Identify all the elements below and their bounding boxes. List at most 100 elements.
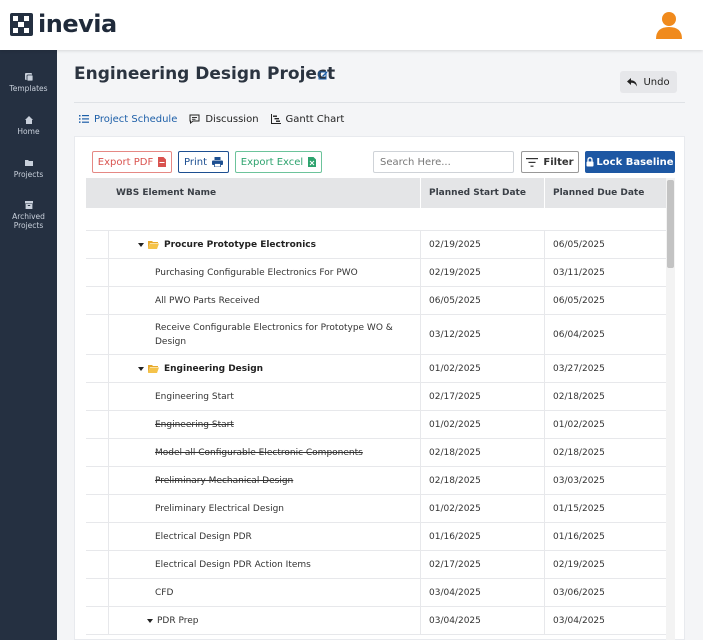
page-title: Engineering Design Project <box>74 64 336 84</box>
planned-due-cell: 06/04/2025 <box>553 329 605 340</box>
wbs-name: Purchasing Configurable Electronics For … <box>155 267 358 278</box>
pdf-file-icon <box>158 157 167 167</box>
table-row[interactable]: Purchasing Configurable Electronics For … <box>86 259 666 287</box>
wbs-name: Engineering Design <box>164 363 264 374</box>
folder-icon <box>24 160 33 166</box>
wbs-group-cell: Engineering Design <box>138 355 413 382</box>
templates-icon <box>24 73 33 82</box>
table-row[interactable]: Receive Configurable Electronics for Pro… <box>86 315 666 355</box>
search-input[interactable] <box>373 151 514 173</box>
column-header-planned-start[interactable]: Planned Start Date <box>429 178 526 208</box>
tab-project-schedule[interactable]: Project Schedule <box>79 112 177 126</box>
list-icon <box>79 115 89 123</box>
export-excel-label: Export Excel <box>240 156 304 168</box>
planned-start-cell: 03/04/2025 <box>429 587 481 598</box>
tab-label: Project Schedule <box>94 113 178 125</box>
excel-file-icon <box>308 157 317 167</box>
table-row[interactable]: Model all Configurable Electronic Compon… <box>86 439 666 467</box>
planned-start-cell: 01/02/2025 <box>429 363 481 374</box>
table-row[interactable]: CFD 03/04/2025 03/06/2025 <box>86 579 666 607</box>
scrollbar-thumb[interactable] <box>667 180 674 268</box>
export-pdf-button[interactable]: Export PDF <box>92 151 172 173</box>
main-content: Engineering Design Project Undo Project … <box>57 50 703 640</box>
planned-due-cell: 03/04/2025 <box>553 615 605 626</box>
planned-start-cell: 02/17/2025 <box>429 391 481 402</box>
planned-start-cell: 02/19/2025 <box>429 267 481 278</box>
table-row[interactable]: All PWO Parts Received 06/05/2025 06/05/… <box>86 287 666 315</box>
planned-start-cell: 01/16/2025 <box>429 531 481 542</box>
table-spacer-row <box>86 208 666 231</box>
planned-due-cell: 03/27/2025 <box>553 363 605 374</box>
undo-icon <box>627 77 638 86</box>
wbs-name: All PWO Parts Received <box>155 295 260 306</box>
planned-due-cell: 01/15/2025 <box>553 503 605 514</box>
tab-gantt-chart[interactable]: Gantt Chart <box>270 112 345 126</box>
lock-baseline-label: Lock Baseline <box>596 156 674 168</box>
sidebar-item-home[interactable]: Home <box>0 115 57 136</box>
column-header-planned-due[interactable]: Planned Due Date <box>553 178 644 208</box>
wbs-group-cell: Procure Prototype Electronics <box>138 231 413 258</box>
edit-icon[interactable] <box>318 70 328 80</box>
logo[interactable]: inevia <box>10 12 117 36</box>
filter-label: Filter <box>543 156 574 168</box>
tab-bar: Project Schedule Discussion Gantt Chart <box>79 112 356 126</box>
sidebar-item-templates[interactable]: Templates <box>0 72 57 93</box>
sidebar-item-label: Templates <box>9 84 48 93</box>
home-icon <box>24 116 33 124</box>
table-body: Procure Prototype Electronics 02/19/2025… <box>86 208 666 635</box>
sidebar-item-label: Home <box>17 127 40 136</box>
user-avatar-icon[interactable] <box>655 10 683 40</box>
table-row[interactable]: Electrical Design PDR Action Items 02/17… <box>86 551 666 579</box>
wbs-name: Receive Configurable Electronics for Pro… <box>155 322 393 347</box>
table-row[interactable]: Preliminary Electrical Design 01/02/2025… <box>86 495 666 523</box>
planned-start-cell: 02/18/2025 <box>429 475 481 486</box>
sidebar-item-label: Archived Projects <box>12 212 45 230</box>
folder-open-icon <box>148 240 159 249</box>
table-row[interactable]: PDR Prep 03/04/2025 03/04/2025 <box>86 607 666 635</box>
undo-button[interactable]: Undo <box>620 71 677 93</box>
wbs-name: Preliminary Electrical Design <box>155 503 284 514</box>
folder-open-icon <box>148 364 159 373</box>
table-header: WBS Element Name Planned Start Date Plan… <box>86 178 666 208</box>
table-row[interactable]: Electrical Design PDR 01/16/2025 01/16/2… <box>86 523 666 551</box>
export-excel-button[interactable]: Export Excel <box>235 151 322 173</box>
filter-button[interactable]: Filter <box>521 151 579 173</box>
wbs-name: Preliminary Mechanical Design <box>155 475 294 486</box>
print-button[interactable]: Print <box>178 151 229 173</box>
caret-down-icon[interactable] <box>138 366 144 371</box>
table-row[interactable]: Engineering Design 01/02/2025 03/27/2025 <box>86 355 666 383</box>
planned-due-cell: 03/03/2025 <box>553 475 605 486</box>
table-row[interactable]: Procure Prototype Electronics 02/19/2025… <box>86 231 666 259</box>
wbs-name: Procure Prototype Electronics <box>164 239 316 250</box>
chat-icon <box>189 114 200 124</box>
wbs-name: CFD <box>155 587 174 598</box>
table-row[interactable]: Engineering Start 01/02/2025 01/02/2025 <box>86 411 666 439</box>
logo-mark-icon <box>10 12 33 36</box>
sidebar-item-archived-projects[interactable]: Archived Projects <box>0 200 57 230</box>
planned-due-cell: 01/02/2025 <box>553 419 605 430</box>
lock-icon <box>586 157 594 167</box>
caret-down-icon[interactable] <box>138 242 144 247</box>
table-row[interactable]: Preliminary Mechanical Design 02/18/2025… <box>86 467 666 495</box>
wbs-name: PDR Prep <box>157 615 199 626</box>
planned-due-cell: 02/18/2025 <box>553 391 605 402</box>
sidebar-item-label: Projects <box>13 170 44 179</box>
caret-down-icon[interactable] <box>147 618 153 623</box>
planned-start-cell: 01/02/2025 <box>429 503 481 514</box>
planned-due-cell: 06/05/2025 <box>553 295 605 306</box>
planned-due-cell: 06/05/2025 <box>553 239 605 250</box>
print-label: Print <box>183 156 207 168</box>
wbs-name: Model all Configurable Electronic Compon… <box>155 447 363 458</box>
tab-label: Discussion <box>205 113 259 125</box>
filter-icon <box>526 157 539 167</box>
column-header-wbs-name[interactable]: WBS Element Name <box>116 178 216 208</box>
sidebar-item-projects[interactable]: Projects <box>0 158 57 179</box>
tab-discussion[interactable]: Discussion <box>189 112 259 126</box>
table-row[interactable]: Engineering Start 02/17/2025 02/18/2025 <box>86 383 666 411</box>
tab-label: Gantt Chart <box>285 113 345 125</box>
gantt-icon <box>270 114 281 124</box>
planned-due-cell: 02/18/2025 <box>553 447 605 458</box>
lock-baseline-button[interactable]: Lock Baseline <box>585 151 675 173</box>
wbs-subgroup-cell: PDR Prep <box>147 607 422 634</box>
planned-due-cell: 02/19/2025 <box>553 559 605 570</box>
